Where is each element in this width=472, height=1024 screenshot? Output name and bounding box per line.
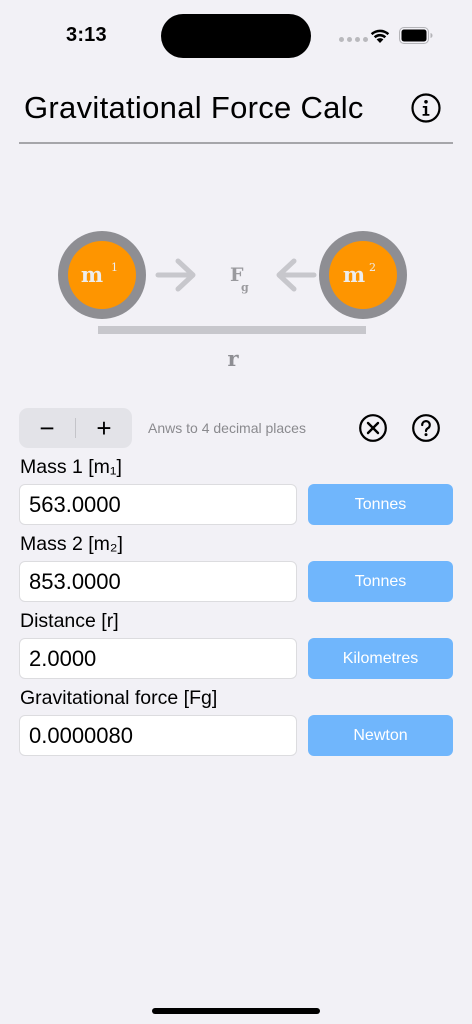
increment-button[interactable]: + (76, 408, 132, 448)
mass2-sup: 2 (369, 261, 376, 274)
decimal-places-note: Anws to 4 decimal places (148, 420, 306, 436)
mass1-label-text: Mass 1 [m₁] (20, 456, 122, 478)
clear-circle-icon[interactable] (358, 413, 388, 443)
mass1-unit-button[interactable]: Tonnes (308, 484, 453, 525)
decimal-stepper[interactable]: − + (19, 408, 132, 448)
distance-bar (98, 326, 366, 334)
mass2-label-text: Mass 2 [m₂] (20, 533, 123, 555)
mass2-input[interactable]: 853.0000 (19, 561, 297, 602)
home-indicator[interactable] (152, 1008, 320, 1014)
arrow-left-icon (276, 258, 317, 292)
force-input[interactable]: 0.0000080 (19, 715, 297, 756)
force-diagram: m 1 m 2 F g r (0, 150, 472, 390)
status-bar: 3:13 (0, 0, 472, 70)
force-unit-button[interactable]: Newton (308, 715, 453, 756)
info-icon[interactable] (410, 92, 442, 124)
mass1-label: m (81, 262, 103, 287)
help-circle-icon[interactable] (411, 413, 441, 443)
force-sub: g (241, 281, 249, 294)
distance-unit-button[interactable]: Kilometres (308, 638, 453, 679)
decrement-button[interactable]: − (19, 408, 75, 448)
page-title: Gravitational Force Calc (24, 90, 364, 125)
dynamic-island (161, 14, 311, 58)
force-label-text: Gravitational force [Fg] (20, 687, 218, 709)
status-time: 3:13 (66, 24, 107, 46)
mass1-sup: 1 (111, 261, 118, 274)
battery-icon (399, 27, 433, 44)
controls-row: − + Anws to 4 decimal places (0, 408, 472, 448)
header: Gravitational Force Calc (0, 70, 472, 145)
cellular-signal-icon (339, 37, 368, 42)
force-diagram-graphic: m 1 m 2 F g r (58, 231, 407, 371)
mass2-unit-button[interactable]: Tonnes (308, 561, 453, 602)
distance-label: r (227, 346, 239, 371)
header-divider (19, 142, 453, 144)
distance-input[interactable]: 2.0000 (19, 638, 297, 679)
distance-label-text: Distance [r] (20, 610, 119, 632)
wifi-icon (370, 29, 390, 43)
mass2-label: m (343, 262, 365, 287)
mass1-input[interactable]: 563.0000 (19, 484, 297, 525)
arrow-right-icon (155, 258, 196, 292)
